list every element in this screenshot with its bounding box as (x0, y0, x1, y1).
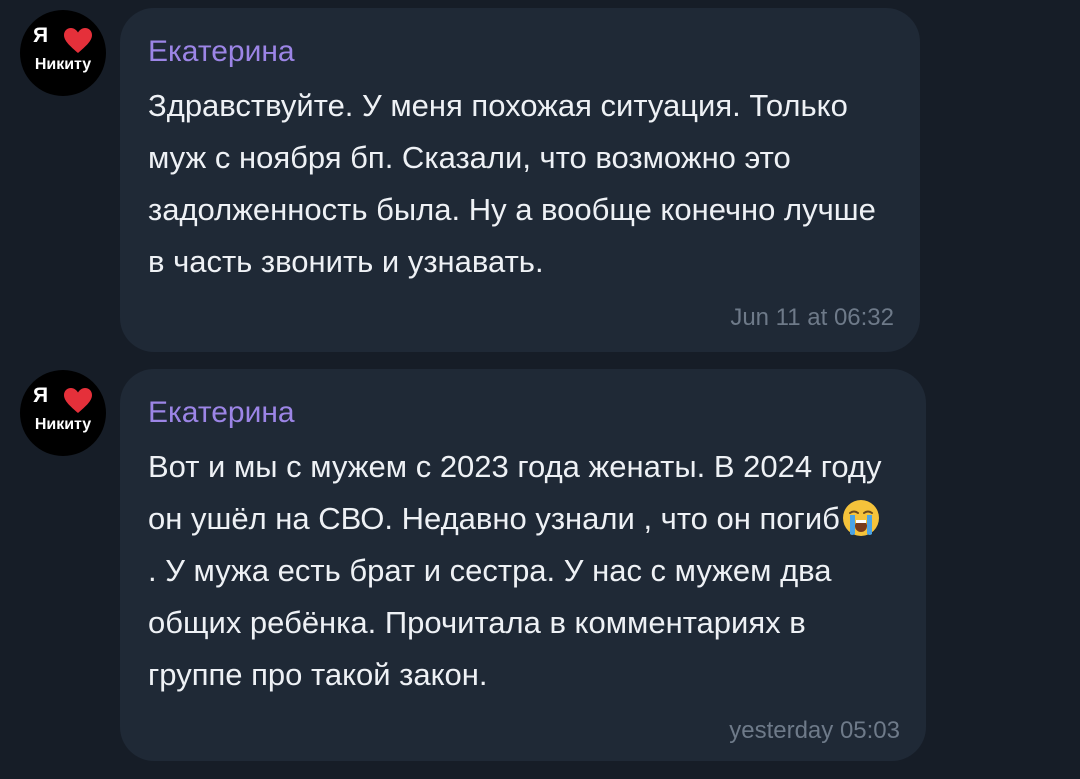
message-bubble[interactable]: Екатерина Здравствуйте. У меня похожая с… (120, 8, 920, 352)
message-bubble[interactable]: Екатерина Вот и мы с мужем с 2023 года ж… (120, 369, 926, 761)
message-text-part-1: Вот и мы с мужем с 2023 года женаты. В 2… (148, 449, 882, 536)
avatar[interactable]: Я Никиту (20, 10, 106, 96)
avatar-text-bottom: Никиту (34, 56, 92, 73)
message-text-part-2: . У мужа есть брат и сестра. У нас с муж… (148, 553, 832, 692)
message-timestamp: yesterday 05:03 (729, 717, 900, 744)
message-text: Здравствуйте. У меня похожая ситуация. Т… (148, 88, 876, 279)
avatar-text-bottom: Никиту (34, 416, 92, 433)
heart-icon (64, 388, 92, 413)
message-text: Вот и мы с мужем с 2023 года женаты. В 2… (148, 441, 886, 701)
heart-icon (64, 28, 92, 53)
message-timestamp: Jun 11 at 06:32 (730, 304, 894, 331)
avatar-text-top: Я (33, 384, 49, 407)
avatar-text-top: Я (33, 24, 49, 47)
sender-name[interactable]: Екатерина (148, 393, 886, 433)
sender-name[interactable]: Екатерина (148, 32, 880, 72)
avatar[interactable]: Я Никиту (20, 370, 106, 456)
loudly-crying-face-icon (842, 500, 879, 536)
